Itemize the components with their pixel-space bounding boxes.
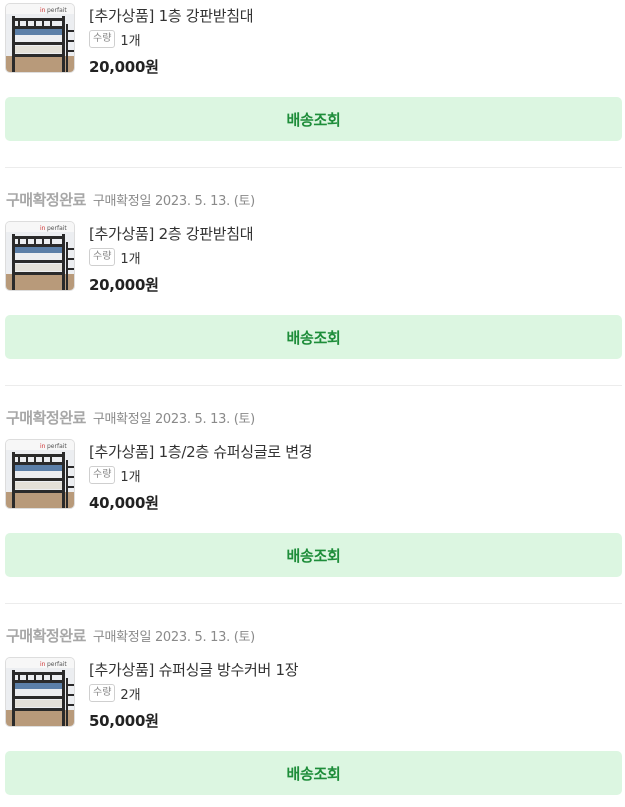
- confirm-date: 구매확정일 2023. 5. 13. (토): [92, 412, 255, 427]
- product-price: 20,000원: [89, 276, 159, 294]
- quantity-badge: 수량: [89, 248, 116, 266]
- quantity-row: 수량 2개: [89, 683, 141, 703]
- order-divider: [5, 385, 622, 386]
- product-price: 20,000원: [89, 58, 159, 76]
- track-delivery-button[interactable]: 배송조회: [5, 315, 622, 359]
- track-delivery-button[interactable]: 배송조회: [5, 97, 622, 141]
- order-status-row: 구매확정완료 구매확정일 2023. 5. 13. (토): [6, 189, 255, 211]
- track-delivery-button[interactable]: 배송조회: [5, 751, 622, 795]
- product-thumbnail[interactable]: [5, 3, 75, 73]
- quantity-value: 1개: [120, 33, 141, 49]
- quantity-row: 수량 1개: [89, 29, 141, 49]
- order-divider: [5, 167, 622, 168]
- quantity-row: 수량 1개: [89, 465, 141, 485]
- product-price: 50,000원: [89, 712, 159, 730]
- quantity-badge: 수량: [89, 466, 116, 484]
- product-name[interactable]: [추가상품] 2층 강판받침대: [89, 223, 254, 244]
- order-item: [추가상품] 1층 강판받침대 수량 1개 20,000원 배송조회: [0, 0, 625, 168]
- bunk-bed-image: [6, 440, 75, 509]
- quantity-row: 수량 1개: [89, 247, 141, 267]
- quantity-value: 1개: [120, 251, 141, 267]
- order-item: 구매확정완료 구매확정일 2023. 5. 13. (토) [추가상품] 1층/…: [0, 407, 625, 605]
- order-status-row: 구매확정완료 구매확정일 2023. 5. 13. (토): [6, 407, 255, 429]
- product-thumbnail[interactable]: [5, 657, 75, 727]
- quantity-badge: 수량: [89, 684, 116, 702]
- quantity-value: 1개: [120, 469, 141, 485]
- product-thumbnail[interactable]: [5, 439, 75, 509]
- product-name[interactable]: [추가상품] 슈퍼싱글 방수커버 1장: [89, 659, 299, 680]
- confirm-date: 구매확정일 2023. 5. 13. (토): [92, 630, 255, 645]
- order-divider: [5, 603, 622, 604]
- order-status: 구매확정완료: [6, 627, 86, 645]
- bunk-bed-image: [6, 222, 75, 291]
- quantity-value: 2개: [120, 687, 141, 703]
- order-status-row: 구매확정완료 구매확정일 2023. 5. 13. (토): [6, 625, 255, 647]
- product-name[interactable]: [추가상품] 1층 강판받침대: [89, 5, 254, 26]
- product-thumbnail[interactable]: [5, 221, 75, 291]
- quantity-badge: 수량: [89, 30, 116, 48]
- order-item: 구매확정완료 구매확정일 2023. 5. 13. (토) [추가상품] 슈퍼싱…: [0, 625, 625, 807]
- order-status: 구매확정완료: [6, 191, 86, 209]
- track-delivery-button[interactable]: 배송조회: [5, 533, 622, 577]
- order-item: 구매확정완료 구매확정일 2023. 5. 13. (토) [추가상품] 2층 …: [0, 189, 625, 387]
- order-status: 구매확정완료: [6, 409, 86, 427]
- bunk-bed-image: [6, 658, 75, 727]
- bunk-bed-image: [6, 4, 75, 73]
- confirm-date: 구매확정일 2023. 5. 13. (토): [92, 194, 255, 209]
- product-name[interactable]: [추가상품] 1층/2층 슈퍼싱글로 변경: [89, 441, 313, 462]
- product-price: 40,000원: [89, 494, 159, 512]
